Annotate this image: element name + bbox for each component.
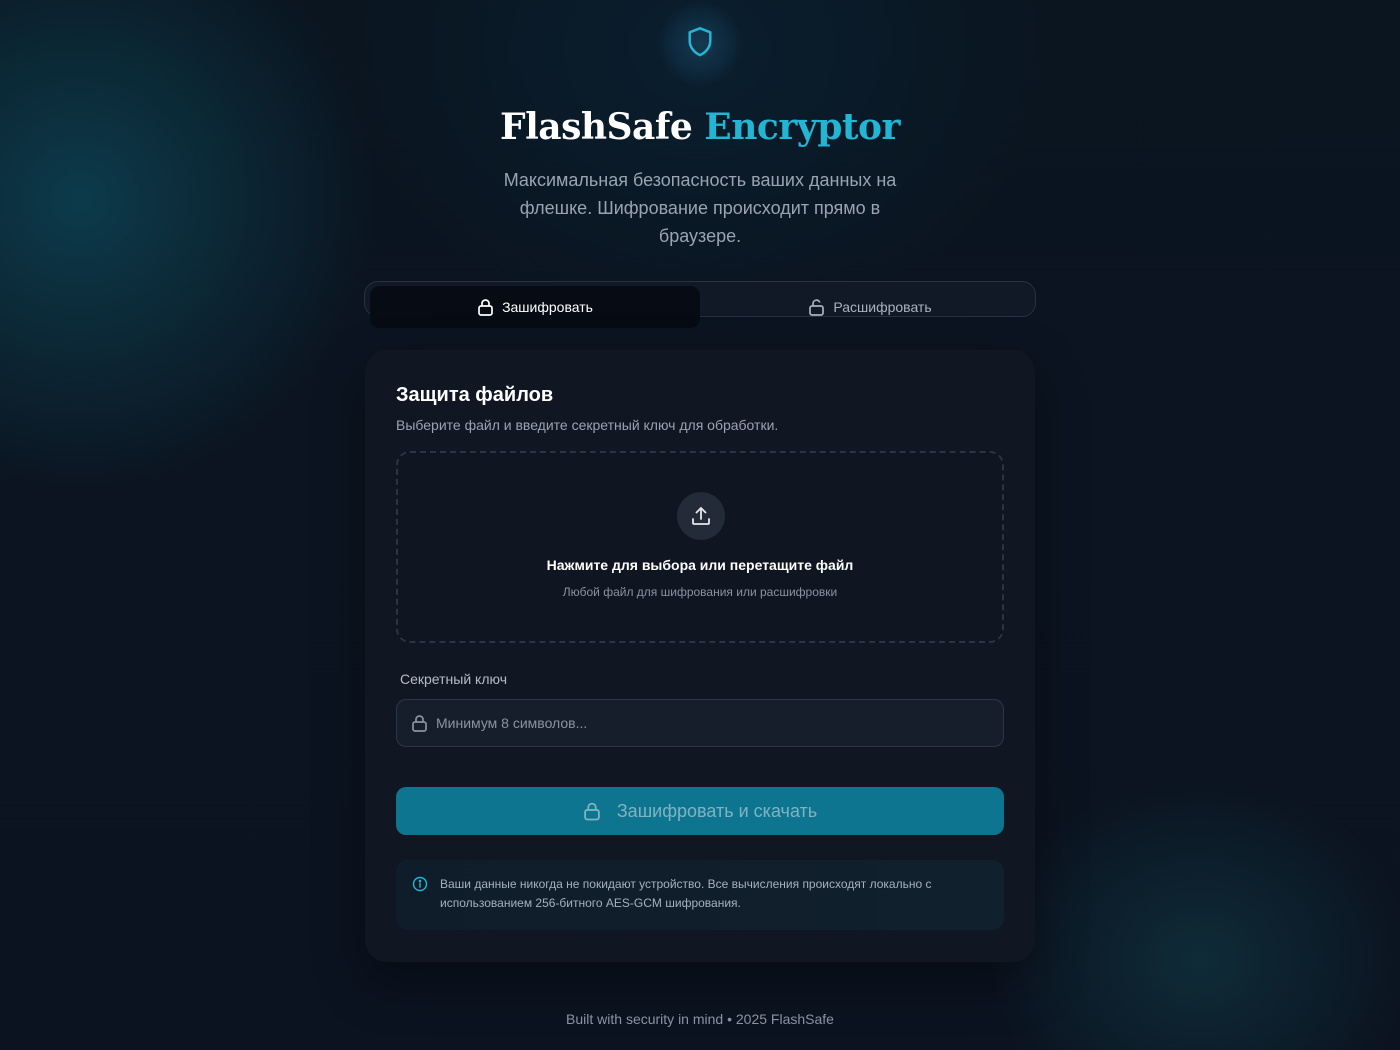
unlock-icon <box>808 298 825 316</box>
footer-text: Built with security in mind • 2025 Flash… <box>566 1011 834 1027</box>
privacy-notice-text: Ваши данные никогда не покидают устройст… <box>440 877 932 910</box>
encrypt-download-button[interactable]: Зашифровать и скачать <box>396 787 1004 835</box>
tab-decrypt-label: Расшифровать <box>833 299 932 315</box>
secret-key-field <box>396 699 1004 747</box>
lock-icon <box>583 801 601 821</box>
encrypt-card: Защита файлов Выберите файл и введите се… <box>365 350 1035 962</box>
app-title: FlashSafe Encryptor <box>0 106 1400 148</box>
mode-tabs: Зашифровать Расшифровать <box>364 281 1036 328</box>
upload-icon <box>690 505 712 527</box>
secret-key-input[interactable] <box>436 715 1003 731</box>
lock-icon <box>411 714 428 732</box>
file-dropzone[interactable]: Нажмите для выбора или перетащите файл Л… <box>396 451 1004 643</box>
encrypt-download-label: Зашифровать и скачать <box>616 800 818 821</box>
info-icon <box>412 876 428 892</box>
upload-icon-circle <box>677 492 725 540</box>
card-subtitle: Выберите файл и введите секретный ключ д… <box>396 417 779 433</box>
privacy-notice: Ваши данные никогда не покидают устройст… <box>396 860 1004 930</box>
dropzone-main-text: Нажмите для выбора или перетащите файл <box>546 557 854 573</box>
lock-icon <box>477 298 494 316</box>
shield-icon <box>686 26 714 63</box>
tab-encrypt[interactable]: Зашифровать <box>370 286 700 328</box>
dropzone-sub-text: Любой файл для шифрования или расшифровк… <box>562 585 838 599</box>
secret-key-label: Секретный ключ <box>400 671 507 687</box>
tab-decrypt[interactable]: Расшифровать <box>705 286 1035 328</box>
app-title-main: FlashSafe <box>500 106 693 148</box>
tab-encrypt-label: Зашифровать <box>502 299 593 315</box>
logo-badge <box>658 2 742 86</box>
app-subtitle: Максимальная безопасность ваших данных н… <box>503 170 897 246</box>
app-title-accent: Encryptor <box>704 106 900 148</box>
card-title: Защита файлов <box>396 384 554 406</box>
